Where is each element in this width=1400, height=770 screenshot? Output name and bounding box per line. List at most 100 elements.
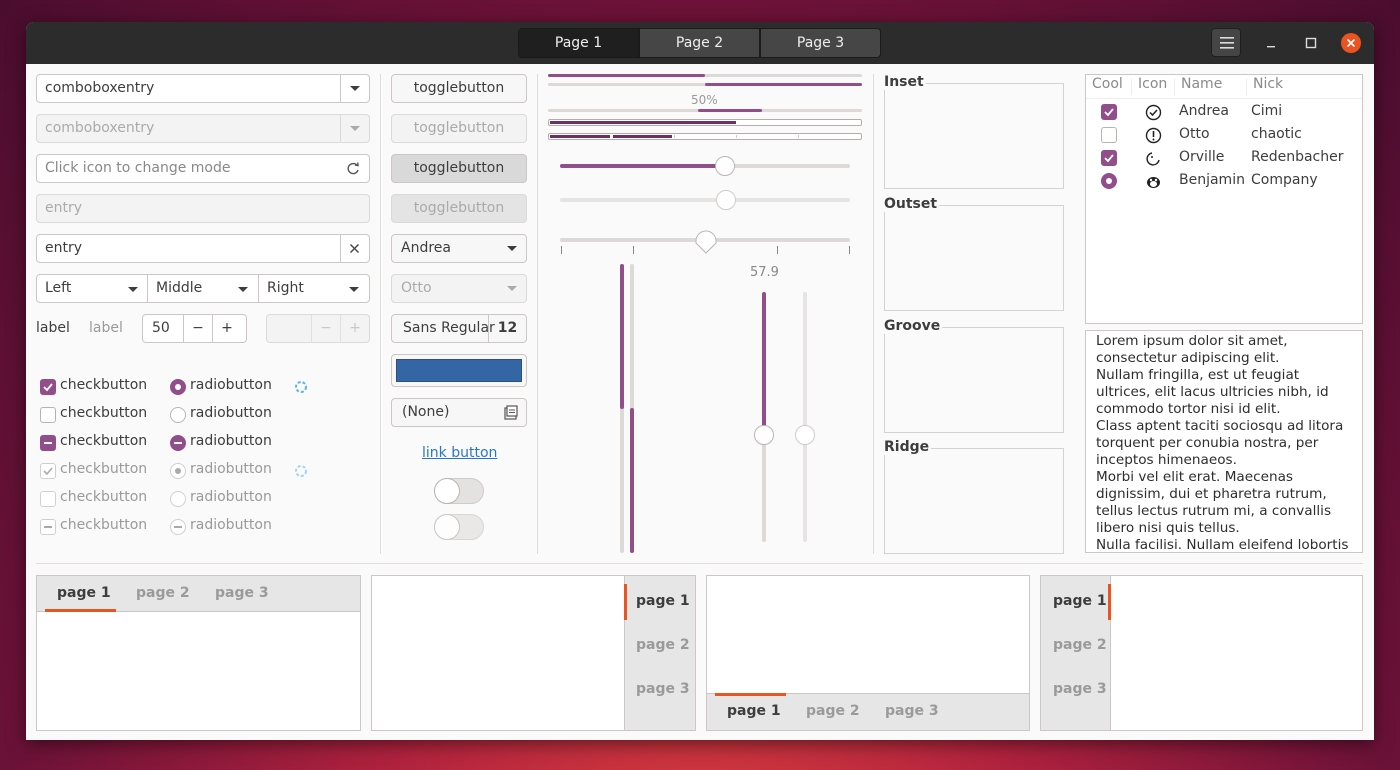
combo-right-label: Right: [267, 280, 304, 296]
tree-cell-nick: Redenbacher: [1251, 149, 1344, 165]
refresh-icon[interactable]: [345, 161, 361, 177]
progress-fill: [548, 74, 705, 77]
combobox-dropdown-button[interactable]: [340, 75, 369, 102]
checkbutton-unchecked[interactable]: [40, 407, 56, 423]
radiobutton-active[interactable]: [170, 379, 186, 395]
frame-inset: [884, 83, 1064, 189]
combobox-entry[interactable]: comboboxentry: [36, 74, 370, 103]
hamburger-menu-button[interactable]: [1211, 28, 1241, 57]
scale-3-knob[interactable]: [695, 230, 717, 256]
header-divider: [1131, 79, 1132, 95]
text-line: Lorem ipsum dolor sit amet,: [1096, 333, 1288, 349]
label-normal: label: [36, 320, 70, 336]
hamburger-menu-icon: [1220, 37, 1234, 49]
level-bar-2: [548, 133, 862, 140]
active-tab-indicator: [45, 609, 116, 612]
togglebutton-normal[interactable]: togglebutton: [391, 74, 527, 103]
tree-row-cool-radio[interactable]: [1101, 173, 1117, 189]
switch-off[interactable]: [434, 478, 484, 504]
checkbutton-checked-disabled: [40, 463, 56, 479]
level-segment: [613, 135, 672, 138]
scale-1[interactable]: [560, 164, 850, 168]
combo-andrea[interactable]: Andrea: [391, 234, 527, 263]
tree-row-cool-checkbox[interactable]: [1101, 104, 1117, 120]
notebook-bottom-tab-3[interactable]: page 3: [885, 703, 939, 719]
active-tab-indicator: [715, 693, 786, 696]
scale-2-knob: [716, 190, 736, 210]
notebook-right-tab-1[interactable]: page 1: [636, 593, 690, 609]
link-button[interactable]: link button: [422, 445, 497, 461]
radiobutton-inactive[interactable]: [170, 407, 186, 423]
spinner-icon: [295, 465, 307, 477]
notebook-left-tab-2[interactable]: page 2: [1053, 637, 1107, 653]
togglebutton-pressed[interactable]: togglebutton: [391, 154, 527, 183]
warning-circle-icon: [1145, 127, 1162, 144]
notebook-top-tab-3[interactable]: page 3: [215, 585, 269, 601]
check-circle-icon: [1145, 104, 1162, 121]
checkbutton-label[interactable]: checkbutton: [60, 433, 147, 449]
tree-header-cool[interactable]: Cool: [1092, 76, 1123, 92]
moon-face-icon: [1146, 152, 1160, 166]
vertical-scale-1[interactable]: [762, 292, 766, 542]
tree-view[interactable]: Cool Icon Name Nick Andrea Cimi Otto cha…: [1085, 74, 1363, 324]
scale-tick: [777, 246, 778, 254]
stack-tab-page-1[interactable]: Page 1: [518, 28, 639, 58]
tree-header-name[interactable]: Name: [1181, 76, 1222, 92]
active-tab-indicator: [624, 584, 627, 620]
tree-header-nick[interactable]: Nick: [1253, 76, 1283, 92]
notebook-top-tab-2[interactable]: page 2: [136, 585, 190, 601]
checkbutton-unchecked-disabled: [40, 491, 56, 507]
stack-tab-page-2[interactable]: Page 2: [639, 28, 760, 58]
scale-tick: [849, 246, 850, 254]
close-button[interactable]: [1341, 33, 1361, 53]
clear-button[interactable]: [340, 235, 369, 262]
notebook-bottom-tab-2[interactable]: page 2: [806, 703, 860, 719]
radiobutton-label[interactable]: radiobutton: [190, 405, 272, 421]
close-icon: [1346, 38, 1356, 48]
radiobutton-label[interactable]: radiobutton: [190, 377, 272, 393]
combo-right[interactable]: Right: [258, 274, 370, 303]
entry-with-clear[interactable]: entry: [36, 234, 370, 263]
file-chooser-button[interactable]: (None): [391, 398, 527, 427]
text-line: Morbi vel elit erat. Maecenas: [1096, 469, 1293, 485]
text-view[interactable]: Lorem ipsum dolor sit amet, consectetur …: [1085, 330, 1363, 553]
combo-left[interactable]: Left: [36, 274, 148, 303]
text-line: inceptos himenaeos.: [1096, 452, 1237, 468]
tree-row-cool-checkbox[interactable]: [1101, 150, 1117, 166]
checkbutton-label[interactable]: checkbutton: [60, 377, 147, 393]
column-separator: [537, 74, 538, 554]
stack-tab-page-3[interactable]: Page 3: [760, 28, 881, 58]
vertical-scale-1-knob[interactable]: [754, 425, 774, 445]
combo-middle[interactable]: Middle: [147, 274, 259, 303]
minimize-button[interactable]: [1262, 34, 1280, 52]
notebook-left-tab-3[interactable]: page 3: [1053, 681, 1107, 697]
spin-button[interactable]: 50 − +: [142, 314, 247, 343]
frame-outset-title: Outset: [884, 196, 940, 212]
radiobutton-inconsistent[interactable]: [170, 435, 186, 451]
checkbutton-label[interactable]: checkbutton: [60, 405, 147, 421]
tree-header-icon[interactable]: Icon: [1138, 76, 1167, 92]
radiobutton-label[interactable]: radiobutton: [190, 433, 272, 449]
notebook-right-tab-3[interactable]: page 3: [636, 681, 690, 697]
checkbutton-label: checkbutton: [60, 517, 148, 533]
spin-increment-button[interactable]: +: [212, 315, 241, 342]
checkbutton-inconsistent[interactable]: [40, 435, 56, 451]
text-line: Nulla facilisi. Nullam eleifend lobortis: [1096, 537, 1349, 553]
mode-entry[interactable]: Click icon to change mode: [36, 154, 370, 183]
togglebutton-pressed-disabled: togglebutton: [391, 194, 527, 223]
notebook-right-tab-2[interactable]: page 2: [636, 637, 690, 653]
vertical-scale-2-knob: [795, 425, 815, 445]
entry-disabled: entry: [36, 194, 370, 223]
chevron-down-icon: [507, 286, 517, 291]
notebook-left-tab-1[interactable]: page 1: [1053, 593, 1107, 609]
notebook-top-tab-1[interactable]: page 1: [57, 585, 111, 601]
dash-icon: [44, 526, 52, 528]
color-button[interactable]: [391, 354, 527, 387]
font-button[interactable]: Sans Regular 12: [391, 314, 527, 343]
spin-decrement-button[interactable]: −: [183, 315, 212, 342]
notebook-bottom-tab-1[interactable]: page 1: [727, 703, 781, 719]
maximize-button[interactable]: [1302, 34, 1320, 52]
scale-1-knob[interactable]: [715, 156, 736, 176]
tree-row-cool-checkbox[interactable]: [1101, 127, 1117, 143]
checkbutton-checked[interactable]: [40, 379, 56, 395]
